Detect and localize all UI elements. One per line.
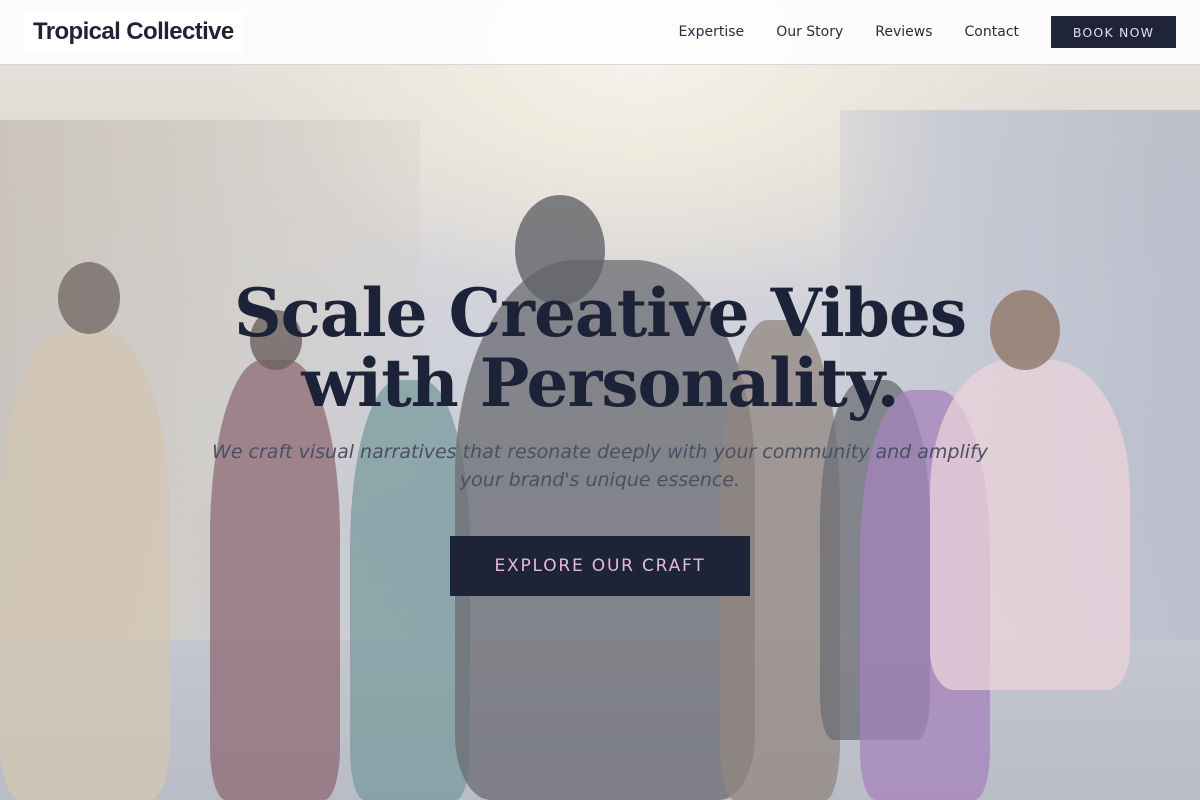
brand-logo[interactable]: Tropical Collective bbox=[24, 12, 243, 52]
nav-link-our-story[interactable]: Our Story bbox=[776, 24, 843, 40]
hero-section: Scale Creative Vibes with Personality. W… bbox=[0, 278, 1200, 596]
hero-headline: Scale Creative Vibes with Personality. bbox=[233, 274, 967, 422]
site-header: Tropical Collective Expertise Our Story … bbox=[0, 0, 1200, 65]
nav-link-expertise[interactable]: Expertise bbox=[679, 24, 745, 40]
nav-link-contact[interactable]: Contact bbox=[965, 24, 1019, 40]
nav-link-reviews[interactable]: Reviews bbox=[875, 24, 932, 40]
explore-craft-button[interactable]: EXPLORE OUR CRAFT bbox=[450, 536, 750, 596]
hero-subheadline: We craft visual narratives that resonate… bbox=[212, 441, 988, 491]
main-nav: Expertise Our Story Reviews Contact BOOK… bbox=[647, 16, 1176, 48]
book-now-button[interactable]: BOOK NOW bbox=[1051, 16, 1176, 48]
